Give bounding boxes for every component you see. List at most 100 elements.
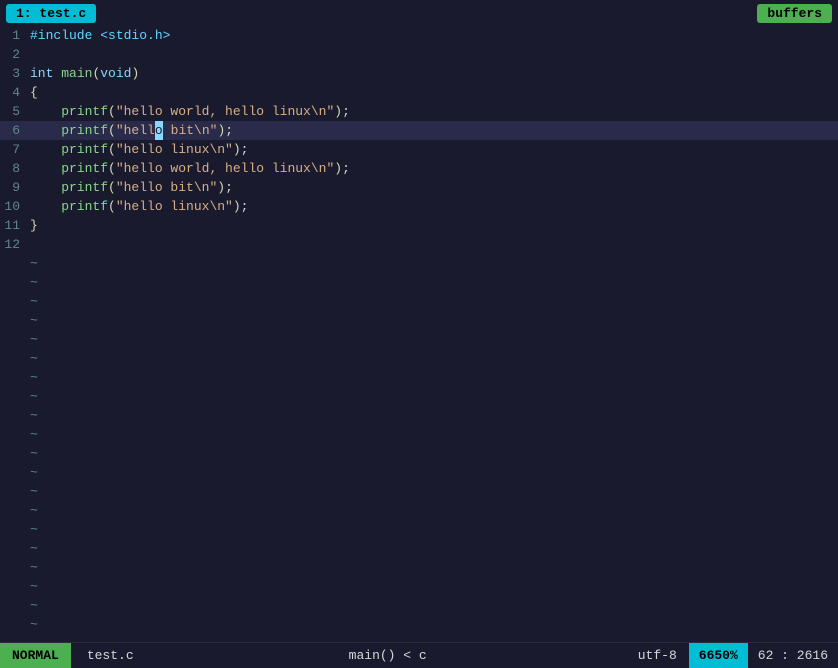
- tilde-line: ~: [0, 330, 838, 349]
- status-filename: test.c: [71, 648, 150, 663]
- tilde-marker: ~: [28, 634, 838, 642]
- line-number-empty: [0, 330, 28, 349]
- tilde-marker: ~: [28, 406, 838, 425]
- token-paren: ): [217, 180, 225, 195]
- line-number-empty: [0, 596, 28, 615]
- tilde-line: ~: [0, 558, 838, 577]
- line-content: printf("hello bit\n");: [28, 178, 838, 197]
- line-number: 6: [0, 121, 28, 140]
- tilde-marker: ~: [28, 254, 838, 273]
- token-brace: {: [30, 85, 38, 100]
- token-semi: ;: [342, 104, 350, 119]
- code-line: 5 printf("hello world, hello linux\n");: [0, 102, 838, 121]
- line-content: printf("hello linux\n");: [28, 140, 838, 159]
- tilde-marker: ~: [28, 596, 838, 615]
- token-paren: ): [334, 104, 342, 119]
- tilde-line: ~: [0, 368, 838, 387]
- tilde-line: ~: [0, 577, 838, 596]
- tilde-marker: ~: [28, 463, 838, 482]
- line-number: 4: [0, 83, 28, 102]
- token-func: printf: [30, 123, 108, 138]
- tilde-marker: ~: [28, 387, 838, 406]
- tilde-marker: ~: [28, 349, 838, 368]
- code-line: 10 printf("hello linux\n");: [0, 197, 838, 216]
- line-number-empty: [0, 482, 28, 501]
- token-keyword: void: [100, 66, 131, 81]
- tilde-marker: ~: [28, 330, 838, 349]
- line-number-empty: [0, 349, 28, 368]
- line-number: 3: [0, 64, 28, 83]
- code-line: 2: [0, 45, 838, 64]
- editor-area[interactable]: 1#include <stdio.h>23int main(void)4{5 p…: [0, 26, 838, 642]
- token-semi: ;: [225, 123, 233, 138]
- mode-indicator: NORMAL: [0, 643, 71, 668]
- line-content: {: [28, 83, 838, 102]
- tilde-line: ~: [0, 254, 838, 273]
- line-number-empty: [0, 463, 28, 482]
- status-encoding: utf-8: [626, 648, 689, 663]
- status-percent: 6650%: [689, 643, 748, 668]
- cursor: o: [155, 121, 163, 140]
- line-number-empty: [0, 615, 28, 634]
- line-number-empty: [0, 406, 28, 425]
- line-number: 1: [0, 26, 28, 45]
- tilde-line: ~: [0, 425, 838, 444]
- code-line: 9 printf("hello bit\n");: [0, 178, 838, 197]
- line-number-empty: [0, 292, 28, 311]
- code-container: 1#include <stdio.h>23int main(void)4{5 p…: [0, 26, 838, 642]
- tilde-marker: ~: [28, 311, 838, 330]
- active-tab[interactable]: 1: test.c: [6, 4, 96, 23]
- tilde-marker: ~: [28, 425, 838, 444]
- token-paren: (: [108, 123, 116, 138]
- token-func: printf: [30, 180, 108, 195]
- token-string: bit\n": [163, 123, 218, 138]
- line-content: printf("hello linux\n");: [28, 197, 838, 216]
- tilde-marker: ~: [28, 539, 838, 558]
- code-line: 4{: [0, 83, 838, 102]
- line-content: printf("hello world, hello linux\n");: [28, 159, 838, 178]
- code-line: 8 printf("hello world, hello linux\n");: [0, 159, 838, 178]
- line-number-empty: [0, 387, 28, 406]
- line-content: printf("hello bit\n");: [28, 121, 838, 140]
- buffers-button[interactable]: buffers: [757, 4, 832, 23]
- tilde-marker: ~: [28, 615, 838, 634]
- line-number: 2: [0, 45, 28, 64]
- line-number: 10: [0, 197, 28, 216]
- tilde-line: ~: [0, 634, 838, 642]
- line-number-empty: [0, 311, 28, 330]
- code-line: 12: [0, 235, 838, 254]
- token-paren: (: [108, 180, 116, 195]
- line-number-empty: [0, 558, 28, 577]
- line-number-empty: [0, 273, 28, 292]
- token-paren: ): [233, 142, 241, 157]
- tilde-marker: ~: [28, 520, 838, 539]
- token-paren: (: [108, 199, 116, 214]
- code-line: 1#include <stdio.h>: [0, 26, 838, 45]
- status-bar: NORMAL test.c main() < c utf-8 6650% 62 …: [0, 642, 838, 668]
- line-number: 7: [0, 140, 28, 159]
- code-line: 7 printf("hello linux\n");: [0, 140, 838, 159]
- tilde-marker: ~: [28, 292, 838, 311]
- line-number-empty: [0, 539, 28, 558]
- tilde-line: ~: [0, 615, 838, 634]
- tilde-line: ~: [0, 311, 838, 330]
- tilde-marker: ~: [28, 577, 838, 596]
- token-string: "hello linux\n": [116, 142, 233, 157]
- tilde-line: ~: [0, 482, 838, 501]
- token-func: printf: [30, 104, 108, 119]
- line-number: 5: [0, 102, 28, 121]
- token-string: "hello world, hello linux\n": [116, 104, 334, 119]
- line-number-empty: [0, 634, 28, 642]
- line-number-empty: [0, 444, 28, 463]
- tilde-line: ~: [0, 349, 838, 368]
- line-number: 9: [0, 178, 28, 197]
- token-string: "hello world, hello linux\n": [116, 161, 334, 176]
- tilde-marker: ~: [28, 273, 838, 292]
- token-semi: ;: [225, 180, 233, 195]
- token-paren: (: [108, 161, 116, 176]
- line-number-empty: [0, 254, 28, 273]
- line-content: [28, 45, 838, 64]
- line-number: 8: [0, 159, 28, 178]
- token-func: printf: [30, 199, 108, 214]
- line-number-empty: [0, 368, 28, 387]
